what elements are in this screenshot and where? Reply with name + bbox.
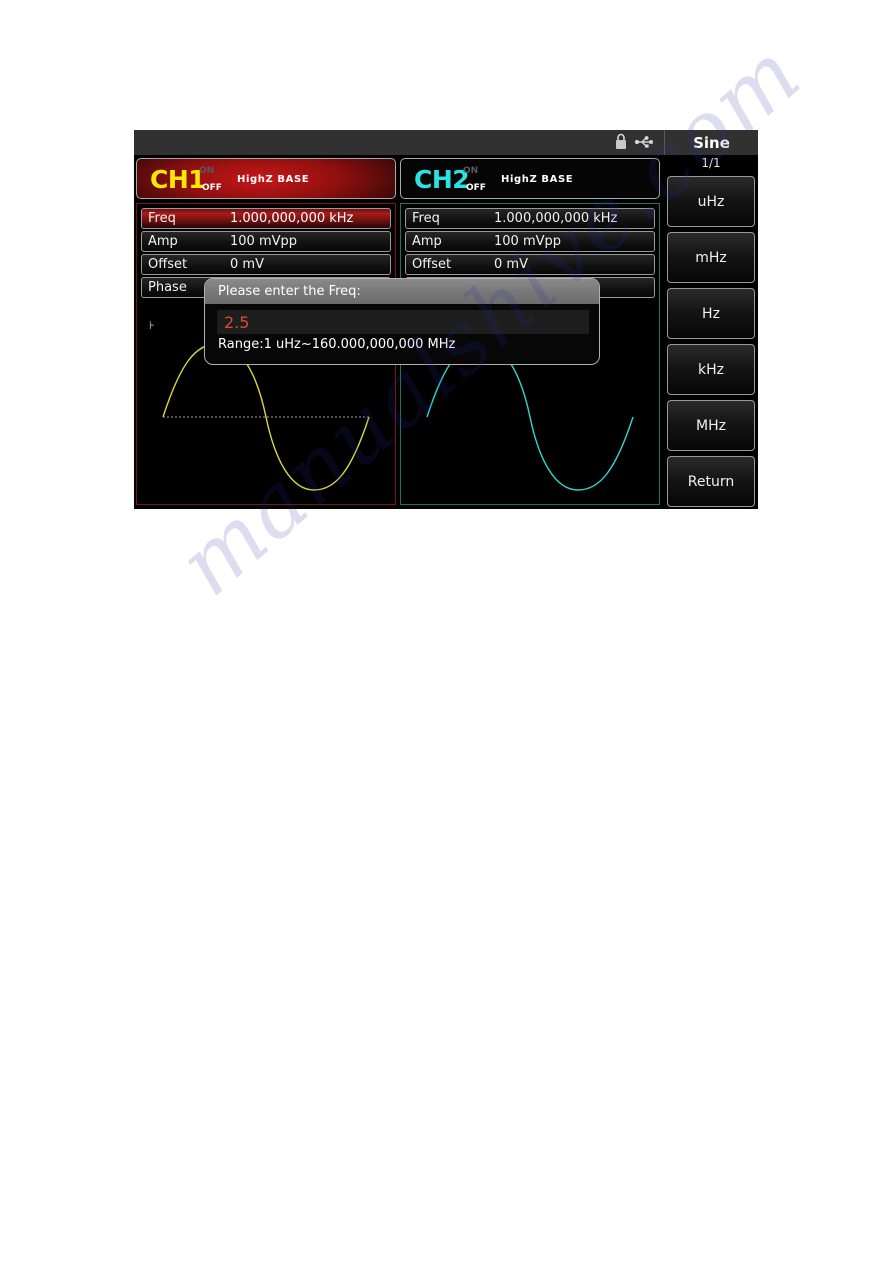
- menu-button-mhz-big[interactable]: MHz: [667, 400, 755, 451]
- dialog-title: Please enter the Freq:: [205, 279, 599, 304]
- dialog-range-hint: Range:1 uHz~160.000,000,000 MHz: [218, 337, 456, 352]
- dialog-value-input[interactable]: 2.5: [217, 310, 589, 334]
- ch1-param-freq[interactable]: Freq 1.000,000,000 kHz: [141, 208, 391, 229]
- menu-button-mhz[interactable]: mHz: [667, 232, 755, 283]
- ch1-param-freq-label: Freq: [148, 211, 176, 226]
- ch1-param-phase-label: Phase: [148, 280, 187, 295]
- soft-key-menu: Sine 1/1 uHz mHz Hz kHz MHz Return: [664, 130, 758, 509]
- ch1-param-amp-label: Amp: [148, 234, 178, 249]
- ch2-param-amp-label: Amp: [412, 234, 442, 249]
- usb-icon: [634, 134, 654, 153]
- ch1-param-freq-value: 1.000,000,000 kHz: [230, 211, 354, 226]
- ch2-name-label: CH2: [414, 165, 470, 194]
- ch1-param-amp[interactable]: Amp 100 mVpp: [141, 231, 391, 252]
- ch1-param-offset[interactable]: Offset 0 mV: [141, 254, 391, 275]
- ch2-param-offset-label: Offset: [412, 257, 452, 272]
- menu-title: Sine: [664, 130, 758, 155]
- menu-button-khz[interactable]: kHz: [667, 344, 755, 395]
- lock-icon: [614, 133, 628, 154]
- ch1-output-state: ON OFF: [199, 165, 233, 194]
- menu-button-return[interactable]: Return: [667, 456, 755, 507]
- ch2-impedance-label: HighZ BASE: [501, 174, 574, 185]
- ch2-header[interactable]: CH2 ON OFF HighZ BASE: [400, 158, 660, 199]
- ch2-output-state: ON OFF: [463, 165, 497, 194]
- ch2-param-amp[interactable]: Amp 100 mVpp: [405, 231, 655, 252]
- status-icon-group: [614, 133, 654, 154]
- ch1-name-label: CH1: [150, 165, 206, 194]
- ch2-param-offset-value: 0 mV: [494, 257, 528, 272]
- ch1-waveform-marker: ⊦: [149, 319, 155, 332]
- ch1-impedance-label: HighZ BASE: [237, 174, 310, 185]
- freq-entry-dialog: Please enter the Freq: 2.5 Range:1 uHz~1…: [204, 278, 600, 365]
- ch2-param-freq-label: Freq: [412, 211, 440, 226]
- ch2-param-amp-value: 100 mVpp: [494, 234, 562, 249]
- ch1-on-label: ON: [199, 166, 215, 176]
- menu-button-hz[interactable]: Hz: [667, 288, 755, 339]
- ch1-param-offset-value: 0 mV: [230, 257, 264, 272]
- ch2-param-freq[interactable]: Freq 1.000,000,000 kHz: [405, 208, 655, 229]
- ch1-header[interactable]: CH1 ON OFF HighZ BASE: [136, 158, 396, 199]
- menu-page-indicator: 1/1: [701, 156, 721, 170]
- ch1-off-label: OFF: [202, 183, 222, 193]
- status-bar: [134, 130, 664, 155]
- ch2-off-label: OFF: [466, 183, 486, 193]
- ch2-param-freq-value: 1.000,000,000 kHz: [494, 211, 618, 226]
- ch2-on-label: ON: [463, 166, 479, 176]
- ch1-param-offset-label: Offset: [148, 257, 188, 272]
- ch2-param-offset[interactable]: Offset 0 mV: [405, 254, 655, 275]
- device-screen: Sine 1/1 uHz mHz Hz kHz MHz Return CH1 O…: [134, 130, 758, 509]
- ch1-param-amp-value: 100 mVpp: [230, 234, 298, 249]
- menu-button-uhz[interactable]: uHz: [667, 176, 755, 227]
